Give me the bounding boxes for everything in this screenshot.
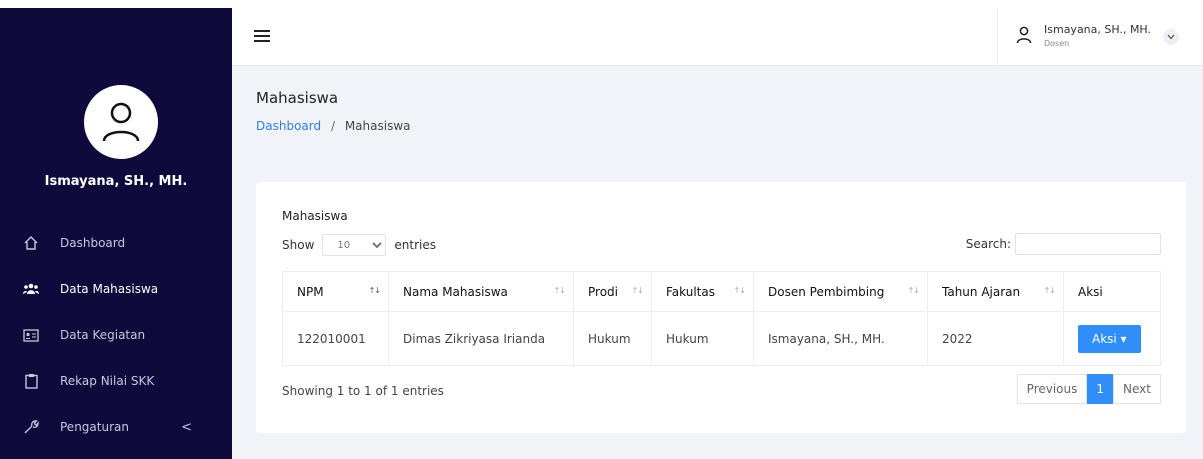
sidebar-item-pengaturan[interactable]: Pengaturan < <box>0 404 232 450</box>
cell-npm: 122010001 <box>282 311 389 366</box>
table-header-row: NPM ↑↓ Nama Mahasiswa ↑↓ Prodi ↑↓ Fakultas ↑… <box>282 271 1161 312</box>
sidebar-item-dashboard[interactable]: Dashboard <box>0 220 232 266</box>
table-info: Showing 1 to 1 of 1 entries <box>282 384 444 398</box>
sort-icon: ↑↓ <box>733 286 746 295</box>
sort-icon: ↑↓ <box>907 286 920 295</box>
cell-dosen: Ismayana, SH., MH. <box>753 311 928 366</box>
sort-asc-icon: ↑↓ <box>368 286 381 295</box>
hamburger-menu-icon[interactable] <box>254 30 270 44</box>
sort-icon: ↑↓ <box>553 286 566 295</box>
entries-select[interactable]: 10 <box>322 234 387 256</box>
table-row: 122010001 Dimas Zikriyasa Irianda Hukum … <box>282 311 1161 366</box>
breadcrumb-current: Mahasiswa <box>344 119 411 133</box>
user-info: Ismayana, SH., MH. Dosen <box>1044 23 1151 51</box>
column-header-prodi[interactable]: Prodi ↑↓ <box>573 271 652 312</box>
mahasiswa-card: Mahasiswa Show 10 entries Search: NPM ↑↓ … <box>256 182 1186 433</box>
cell-tahun: 2022 <box>927 311 1064 366</box>
users-icon <box>22 280 40 298</box>
entries-label: entries <box>394 238 436 252</box>
id-card-icon <box>22 326 40 344</box>
cell-fakultas: Hukum <box>651 311 754 366</box>
sidebar-avatar <box>84 85 158 159</box>
show-label: Show <box>282 238 315 252</box>
aksi-dropdown-button[interactable]: Aksi ▾ <box>1078 324 1141 353</box>
page-title: Mahasiswa <box>256 89 339 107</box>
user-icon <box>102 102 140 142</box>
sort-icon: ↑↓ <box>631 286 644 295</box>
column-header-dosen[interactable]: Dosen Pembimbing ↑↓ <box>753 271 928 312</box>
pagination: Previous 1 Next <box>1016 374 1161 404</box>
previous-page-button[interactable]: Previous <box>1016 374 1088 404</box>
cell-nama: Dimas Zikriyasa Irianda <box>388 311 574 366</box>
search-label: Search: <box>965 237 1011 251</box>
topbar-user-role: Dosen <box>1044 39 1070 48</box>
home-icon <box>22 234 40 252</box>
sidebar-item-label: Data Kegiatan <box>60 328 146 342</box>
user-icon <box>1016 26 1032 48</box>
page-1-button[interactable]: 1 <box>1087 374 1114 404</box>
user-menu[interactable]: Ismayana, SH., MH. Dosen <box>997 8 1187 66</box>
column-header-aksi: Aksi <box>1063 271 1161 312</box>
column-header-nama[interactable]: Nama Mahasiswa ↑↓ <box>388 271 574 312</box>
clipboard-icon <box>22 372 40 390</box>
wrench-icon <box>22 418 40 436</box>
cell-aksi: Aksi ▾ <box>1063 311 1161 366</box>
column-header-tahun[interactable]: Tahun Ajaran ↑↓ <box>927 271 1064 312</box>
breadcrumb-dashboard-link[interactable]: Dashboard <box>256 119 321 133</box>
sidebar: Ismayana, SH., MH. Dashboard Data Mahasi… <box>0 8 232 459</box>
mahasiswa-table: NPM ↑↓ Nama Mahasiswa ↑↓ Prodi ↑↓ Fakultas ↑… <box>282 271 1161 366</box>
cell-prodi: Hukum <box>573 311 652 366</box>
card-title: Mahasiswa <box>282 209 348 223</box>
search-input[interactable] <box>1015 233 1161 255</box>
chevron-left-icon: < <box>181 419 192 435</box>
search-control: Search: <box>966 233 1161 255</box>
topbar-user-name: Ismayana, SH., MH. <box>1044 23 1152 36</box>
sidebar-menu: Dashboard Data Mahasiswa Data Kegiatan R… <box>0 220 232 450</box>
sort-icon: ↑↓ <box>1043 286 1056 295</box>
sidebar-item-rekap-nilai-skk[interactable]: Rekap Nilai SKK <box>0 358 232 404</box>
sidebar-item-data-kegiatan[interactable]: Data Kegiatan <box>0 312 232 358</box>
topbar: Ismayana, SH., MH. Dosen <box>232 8 1203 66</box>
column-header-npm[interactable]: NPM ↑↓ <box>282 271 389 312</box>
sidebar-user-name: Ismayana, SH., MH. <box>44 174 188 189</box>
column-header-fakultas[interactable]: Fakultas ↑↓ <box>651 271 754 312</box>
breadcrumb-separator: / <box>330 119 335 133</box>
sidebar-item-label: Rekap Nilai SKK <box>60 374 155 388</box>
chevron-down-icon[interactable] <box>1163 29 1180 45</box>
top-strip <box>0 0 1203 8</box>
sidebar-item-data-mahasiswa[interactable]: Data Mahasiswa <box>0 266 232 312</box>
entries-length-control: Show 10 entries <box>282 234 436 256</box>
breadcrumb: Dashboard / Mahasiswa <box>256 119 410 133</box>
sidebar-item-label: Dashboard <box>60 236 126 250</box>
sidebar-item-label: Pengaturan <box>60 420 129 434</box>
next-page-button[interactable]: Next <box>1113 374 1161 404</box>
sidebar-item-label: Data Mahasiswa <box>60 282 159 296</box>
